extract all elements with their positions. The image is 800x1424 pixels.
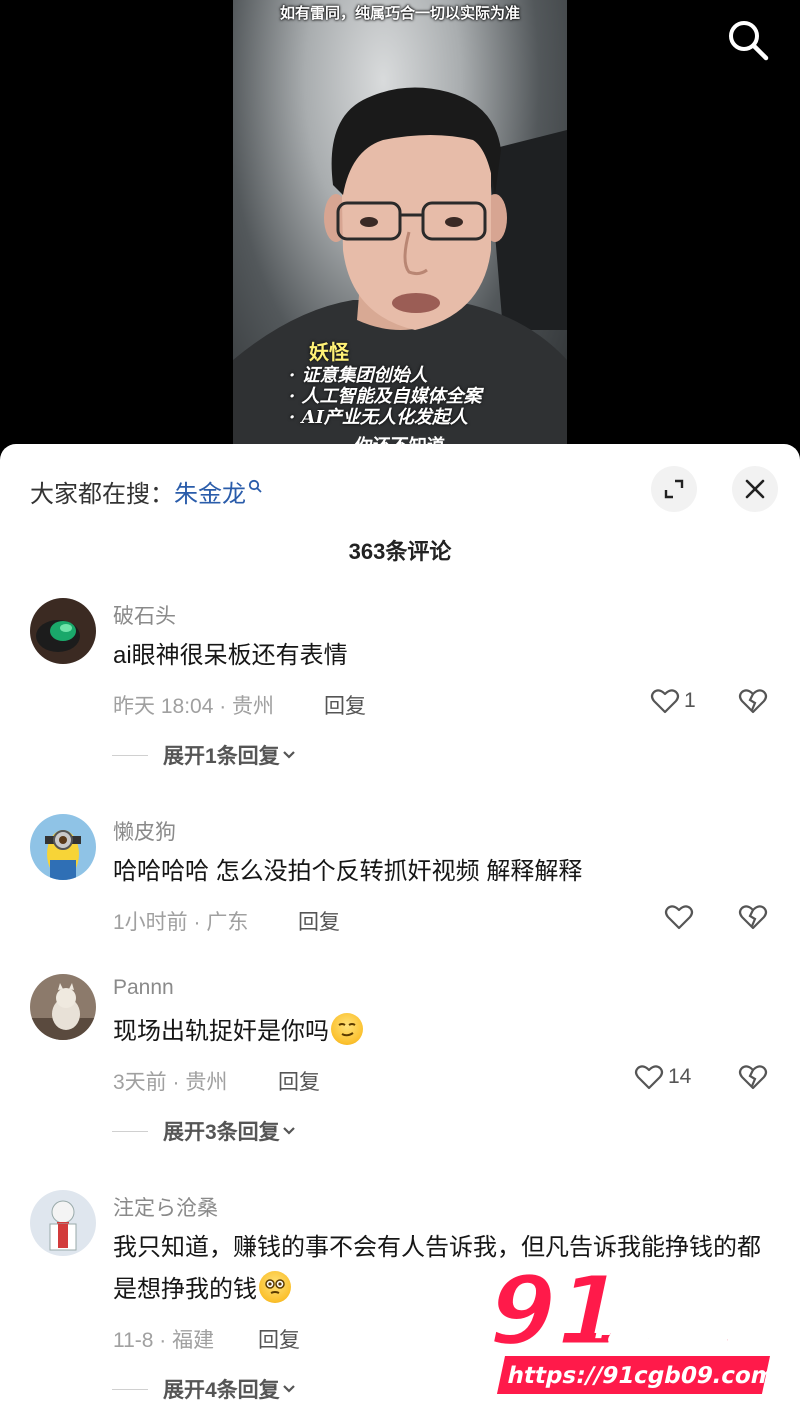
hot-search-bar[interactable]: 大家都在搜：朱金龙	[30, 474, 262, 509]
divider-line	[112, 1388, 148, 1390]
like-button[interactable]: 1	[650, 686, 696, 716]
search-button[interactable]	[726, 18, 770, 62]
avatar-image	[30, 974, 96, 1040]
reply-button[interactable]: 回复	[258, 1324, 300, 1354]
divider-line	[112, 754, 148, 756]
close-icon	[745, 479, 765, 499]
dislike-button[interactable]	[738, 902, 768, 937]
close-button[interactable]	[732, 466, 778, 512]
comment-count: 363条评论	[348, 539, 452, 564]
expand-replies-button[interactable]: 展开4条回复	[112, 1374, 298, 1404]
expand-icon	[664, 479, 684, 499]
dislike-button[interactable]	[738, 686, 768, 721]
comment-text: 哈哈哈哈 怎么没拍个反转抓奸视频 解释解释	[113, 858, 583, 885]
like-button[interactable]	[664, 902, 694, 932]
expand-replies-label: 展开4条回复	[163, 1379, 280, 1402]
heart-icon	[664, 905, 694, 930]
broken-heart-icon	[738, 689, 768, 714]
heart-icon	[650, 689, 680, 714]
watermark-name: 吃瓜中心	[591, 1302, 761, 1349]
avatar-image	[30, 1190, 96, 1256]
overlay-list: 证意集团创始人 人工智能及自媒体全案 AI产业无人化发起人	[289, 365, 482, 428]
site-watermark: 91 吃瓜中心 https://91cgb09.com	[476, 1262, 778, 1394]
avatar-image	[30, 814, 96, 880]
expand-replies-label: 展开1条回复	[163, 745, 280, 768]
video-player[interactable]: 如有雷同，纯属巧合一切以实际为准 妖怪 证意集团创始人 人工智能及自媒体全案 A…	[0, 0, 800, 450]
expand-button[interactable]	[651, 466, 697, 512]
comment-meta: 1小时前 · 广东	[113, 911, 249, 934]
comment-text: 现场出轨捉奸是你吗	[113, 1011, 773, 1053]
dislike-button[interactable]	[738, 1062, 768, 1097]
comment-username[interactable]: Pannn	[113, 976, 174, 1000]
avatar[interactable]	[30, 814, 96, 880]
comment-username[interactable]: 破石头	[113, 600, 176, 630]
like-button[interactable]: 14	[634, 1062, 691, 1092]
reply-button[interactable]: 回复	[278, 1066, 320, 1096]
expand-replies-label: 展开3条回复	[163, 1121, 280, 1144]
divider-line	[112, 1130, 148, 1132]
comment-text-content: 现场出轨捉奸是你吗	[113, 1018, 329, 1045]
broken-heart-icon	[738, 1065, 768, 1090]
overlay-line: 证意集团创始人	[289, 365, 482, 386]
broken-heart-icon	[738, 905, 768, 930]
avatar[interactable]	[30, 974, 96, 1040]
watermark-url: https://91cgb09.com	[505, 1362, 778, 1389]
avatar[interactable]	[30, 1190, 96, 1256]
comment-meta: 11-8 · 福建	[113, 1329, 215, 1352]
video-frame[interactable]: 如有雷同，纯属巧合一切以实际为准 妖怪 证意集团创始人 人工智能及自媒体全案 A…	[233, 0, 567, 450]
expand-replies-button[interactable]: 展开3条回复	[112, 1116, 298, 1146]
avatar-image	[30, 598, 96, 664]
comment-meta: 3天前 · 贵州	[113, 1071, 228, 1094]
chevron-down-icon	[282, 1385, 295, 1393]
smirk-emoji-icon	[331, 1013, 363, 1045]
comment-text: ai眼神很呆板还有表情	[113, 642, 348, 669]
reply-button[interactable]: 回复	[324, 690, 366, 720]
overlay-line: 人工智能及自媒体全案	[289, 386, 482, 407]
search-icon	[729, 21, 769, 61]
overlay-line: AI产业无人化发起人	[289, 407, 482, 428]
hot-search-prefix: 大家都在搜：	[30, 481, 174, 508]
avatar[interactable]	[30, 598, 96, 664]
reply-button[interactable]: 回复	[298, 906, 340, 936]
like-count: 1	[684, 689, 696, 712]
expand-replies-button[interactable]: 展开1条回复	[112, 740, 298, 770]
overlay-title: 妖怪	[309, 340, 349, 364]
hot-search-keyword[interactable]: 朱金龙	[174, 481, 246, 508]
flushed-emoji-icon	[259, 1271, 291, 1303]
comment-username[interactable]: 懒皮狗	[113, 816, 176, 846]
mini-search-icon	[248, 479, 262, 493]
chevron-down-icon	[282, 1127, 295, 1135]
chevron-down-icon	[282, 751, 295, 759]
video-top-caption: 如有雷同，纯属巧合一切以实际为准	[279, 5, 520, 22]
comment-meta: 昨天 18:04 · 贵州	[113, 695, 275, 718]
heart-icon	[634, 1065, 664, 1090]
comment-username[interactable]: 注定ら沧桑	[113, 1192, 218, 1222]
like-count: 14	[668, 1065, 692, 1088]
